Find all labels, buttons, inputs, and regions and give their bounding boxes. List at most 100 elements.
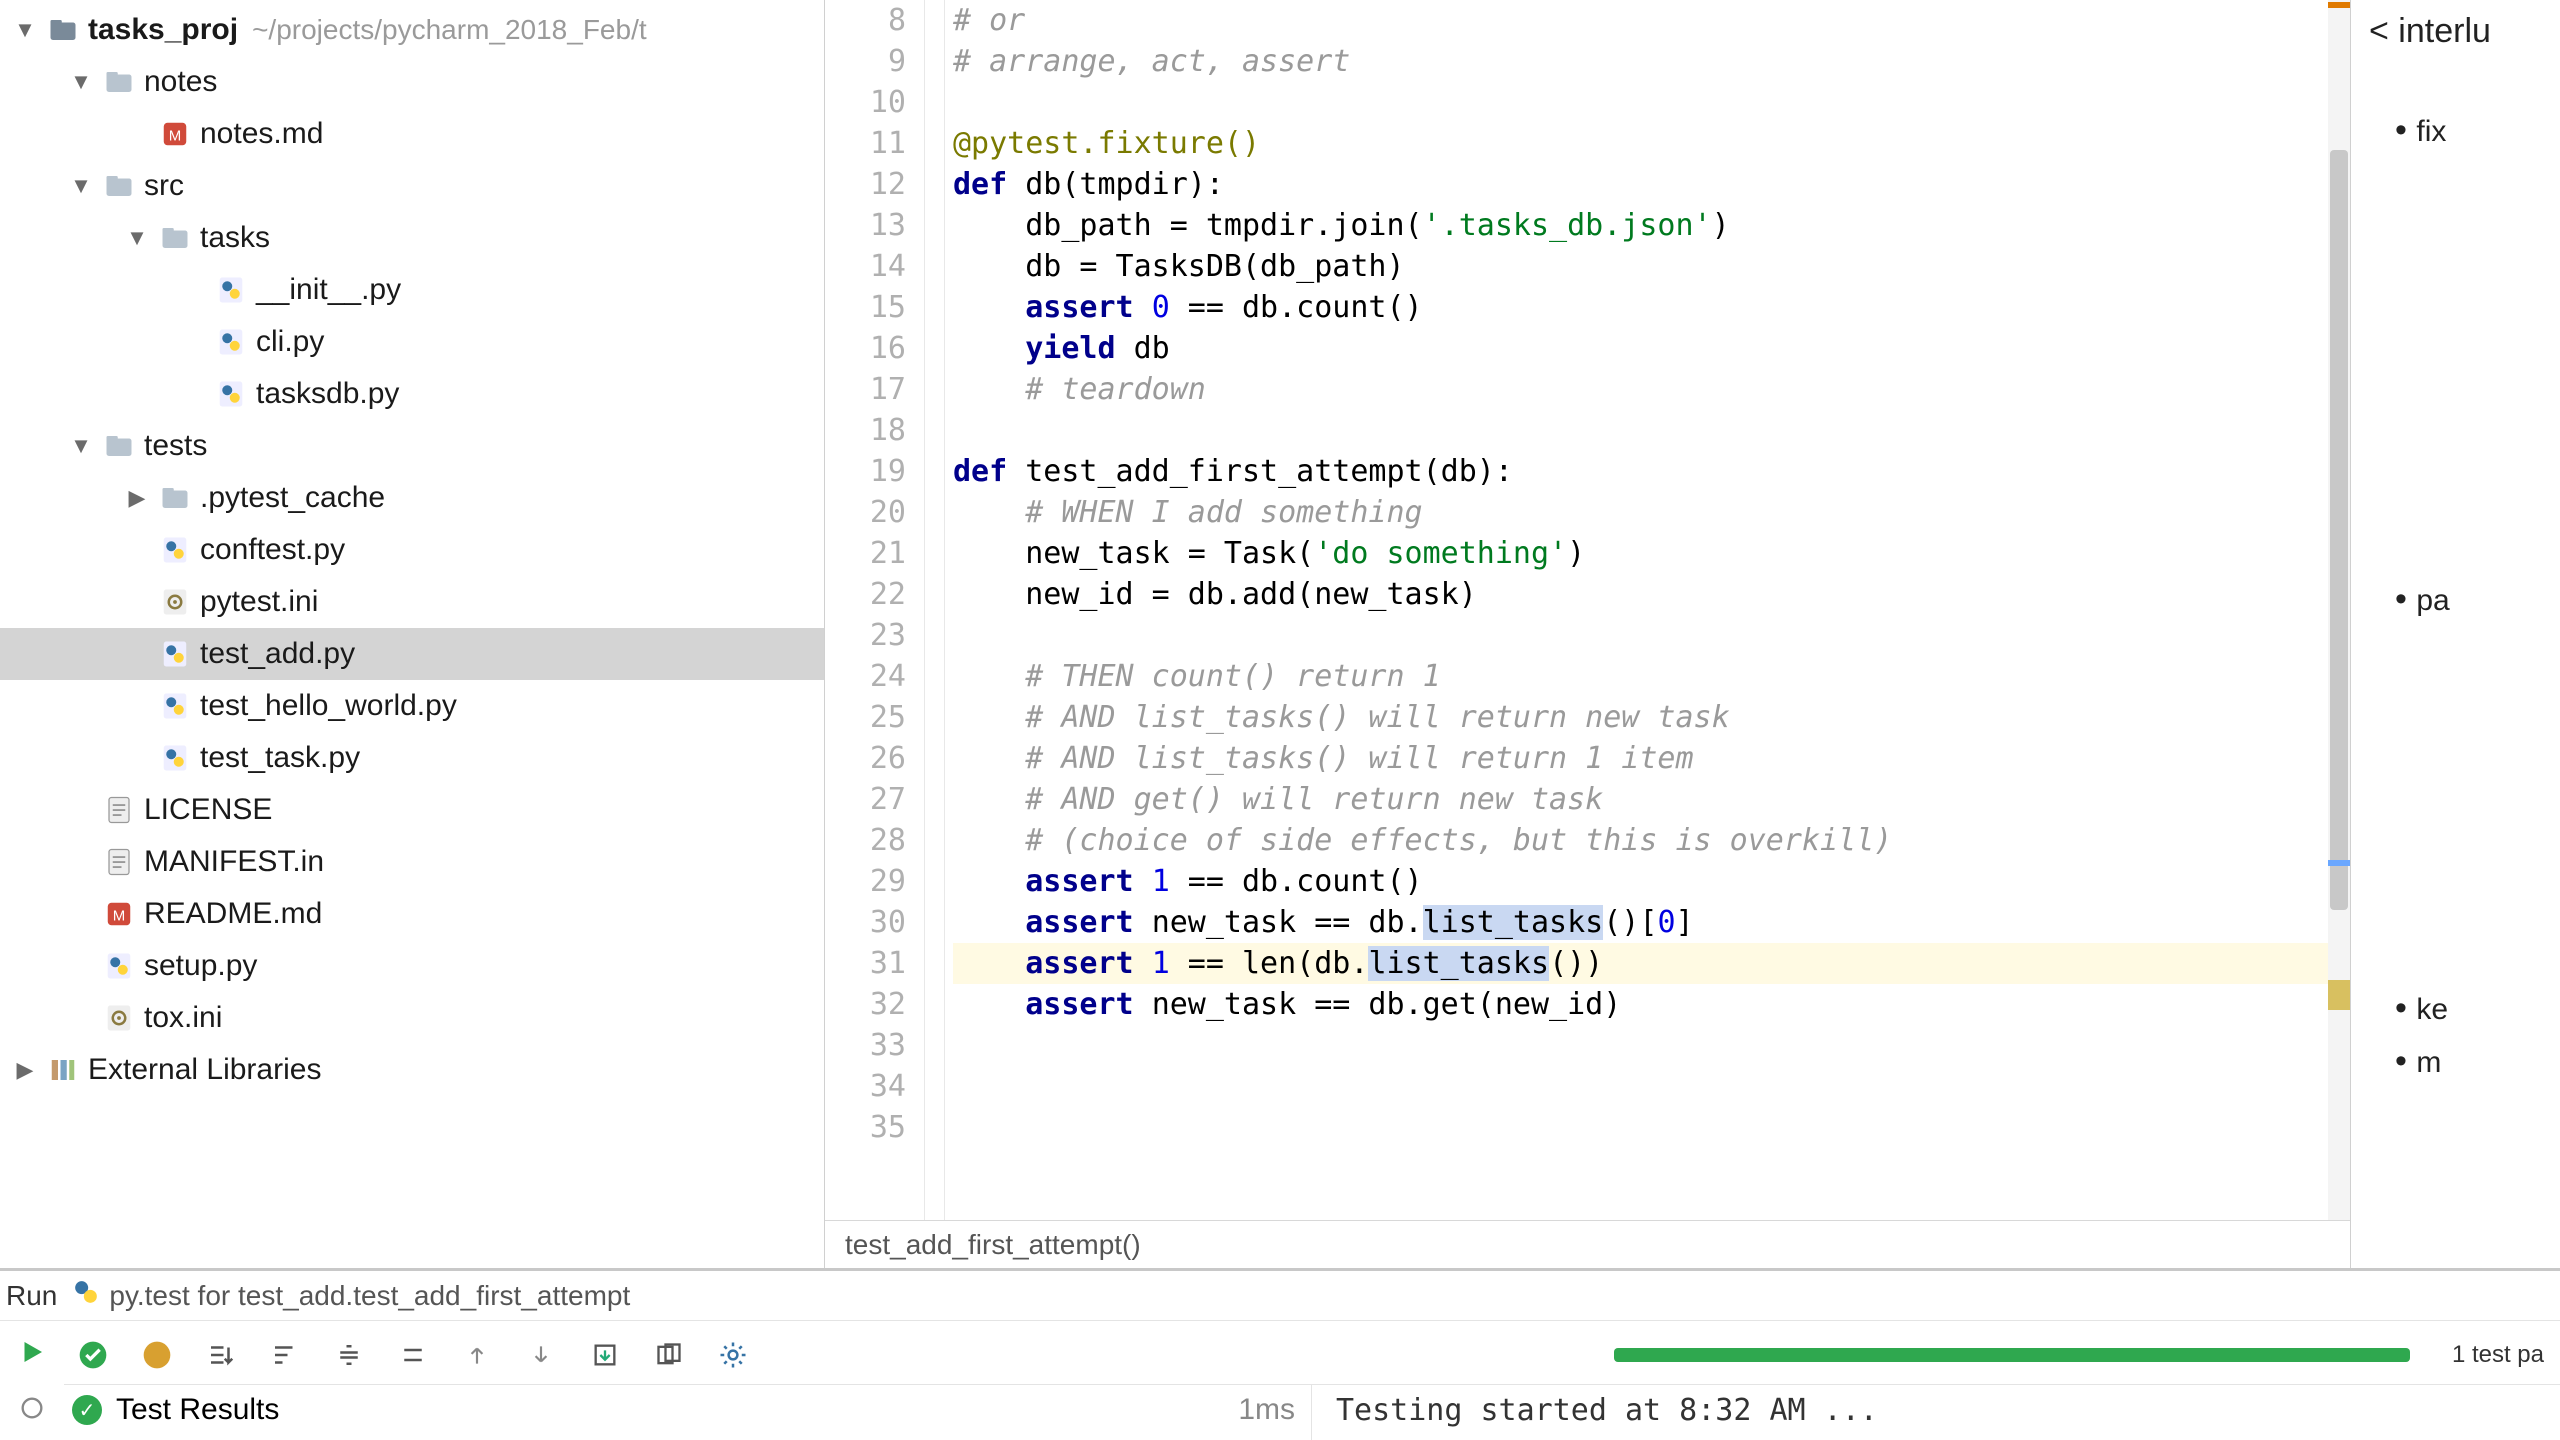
collapse-all-button[interactable]: [392, 1334, 434, 1376]
show-ignored-toggle[interactable]: [136, 1334, 178, 1376]
tree-item-label: MANIFEST.in: [144, 845, 324, 879]
outline-item[interactable]: ke: [2395, 989, 2560, 1028]
tree-item-src[interactable]: ▼src: [0, 160, 824, 212]
code-line[interactable]: # AND list_tasks() will return new task: [953, 697, 2328, 738]
code-line[interactable]: [953, 1066, 2328, 1107]
expand-all-button[interactable]: [328, 1334, 370, 1376]
code-line[interactable]: assert 0 == db.count(): [953, 287, 2328, 328]
chevron-down-icon[interactable]: ▼: [66, 433, 96, 459]
tree-item-external-libraries[interactable]: ▶External Libraries: [0, 1044, 824, 1096]
code-line[interactable]: # arrange, act, assert: [953, 41, 2328, 82]
breadcrumb-item[interactable]: test_add_first_attempt(): [845, 1229, 1141, 1261]
line-number: 10: [825, 82, 906, 123]
settings-button[interactable]: [712, 1334, 754, 1376]
code-line[interactable]: db = TasksDB(db_path): [953, 246, 2328, 287]
run-button[interactable]: [11, 1331, 53, 1373]
code-line[interactable]: assert new_task == db.get(new_id): [953, 984, 2328, 1025]
chevron-down-icon[interactable]: ▼: [66, 69, 96, 95]
tree-item-pytest-ini[interactable]: pytest.ini: [0, 576, 824, 628]
tree-item-tox-ini[interactable]: tox.ini: [0, 992, 824, 1044]
tree-item-label: __init__.py: [256, 273, 401, 307]
run-header: Run py.test for test_add.test_add_first_…: [0, 1271, 2560, 1321]
tree-item-setup-py[interactable]: setup.py: [0, 940, 824, 992]
tree-item-test-hello-world-py[interactable]: test_hello_world.py: [0, 680, 824, 732]
export-results-button[interactable]: [584, 1334, 626, 1376]
debug-button[interactable]: [11, 1387, 53, 1429]
code-area[interactable]: # or# arrange, act, assert @pytest.fixtur…: [945, 0, 2328, 1220]
tree-item-test-add-py[interactable]: test_add.py: [0, 628, 824, 680]
code-line[interactable]: 💡 assert new_task == db.list_tasks()[0]: [953, 902, 2328, 943]
code-line[interactable]: [953, 82, 2328, 123]
code-line[interactable]: new_task = Task('do something'): [953, 533, 2328, 574]
prev-failed-button[interactable]: [456, 1334, 498, 1376]
tree-item-tasks[interactable]: ▼tasks: [0, 212, 824, 264]
chevron-right-icon[interactable]: ▶: [10, 1057, 40, 1083]
tree-item-manifest-in[interactable]: MANIFEST.in: [0, 836, 824, 888]
code-line[interactable]: # WHEN I add something: [953, 492, 2328, 533]
code-line[interactable]: # AND get() will return new task: [953, 779, 2328, 820]
code-line[interactable]: assert 1 == db.count(): [953, 861, 2328, 902]
tree-item-cli-py[interactable]: cli.py: [0, 316, 824, 368]
code-line[interactable]: db_path = tmpdir.join('.tasks_db.json'): [953, 205, 2328, 246]
code-line[interactable]: def db(tmpdir):: [953, 164, 2328, 205]
outline-item[interactable]: fix: [2395, 111, 2560, 150]
code-line[interactable]: [953, 615, 2328, 656]
breadcrumb[interactable]: test_add_first_attempt(): [825, 1220, 2350, 1268]
test-results-row[interactable]: ✓ Test Results 1ms: [64, 1385, 1311, 1427]
code-line[interactable]: [953, 1107, 2328, 1148]
code-line[interactable]: new_id = db.add(new_task): [953, 574, 2328, 615]
line-number: 24: [825, 656, 906, 697]
run-config-name[interactable]: py.test for test_add.test_add_first_atte…: [109, 1280, 630, 1312]
chevron-down-icon[interactable]: ▼: [122, 225, 152, 251]
tree-item--init-py[interactable]: __init__.py: [0, 264, 824, 316]
show-passed-toggle[interactable]: [72, 1334, 114, 1376]
tree-item-test-task-py[interactable]: test_task.py: [0, 732, 824, 784]
tree-item-readme-md[interactable]: MREADME.md: [0, 888, 824, 940]
history-button[interactable]: [648, 1334, 690, 1376]
outline-item[interactable]: pa: [2395, 580, 2560, 619]
tree-item-license[interactable]: LICENSE: [0, 784, 824, 836]
tree-item-tests[interactable]: ▼tests: [0, 420, 824, 472]
tree-item-label: pytest.ini: [200, 585, 318, 619]
code-line[interactable]: # THEN count() return 1: [953, 656, 2328, 697]
tree-item-label: setup.py: [144, 949, 257, 983]
code-line[interactable]: # teardown: [953, 369, 2328, 410]
console-output[interactable]: Testing started at 8:32 AM ...: [1328, 1393, 2560, 1428]
outline-item[interactable]: m: [2395, 1042, 2560, 1081]
tree-item-path: ~/projects/pycharm_2018_Feb/t: [252, 14, 647, 46]
fold-column[interactable]: [925, 0, 945, 1220]
code-line[interactable]: @pytest.fixture(): [953, 123, 2328, 164]
test-progress-fill: [1614, 1348, 2410, 1362]
tree-item-tasksdb-py[interactable]: tasksdb.py: [0, 368, 824, 420]
sort-duration-button[interactable]: [264, 1334, 306, 1376]
tree-item-conftest-py[interactable]: conftest.py: [0, 524, 824, 576]
code-line[interactable]: yield db: [953, 328, 2328, 369]
code-line[interactable]: # AND list_tasks() will return 1 item: [953, 738, 2328, 779]
editor-scrollbar[interactable]: [2328, 0, 2350, 1220]
chevron-down-icon[interactable]: ▼: [10, 17, 40, 43]
tree-item-tasks-proj[interactable]: ▼tasks_proj~/projects/pycharm_2018_Feb/t: [0, 4, 824, 56]
line-number: 9: [825, 41, 906, 82]
tree-item--pytest-cache[interactable]: ▶.pytest_cache: [0, 472, 824, 524]
py-icon: [214, 377, 248, 411]
code-line[interactable]: [953, 1025, 2328, 1066]
line-number: 15: [825, 287, 906, 328]
structure-panel: < interlu fixpakemto: [2350, 0, 2560, 1268]
project-tree[interactable]: ▼tasks_proj~/projects/pycharm_2018_Feb/t…: [0, 0, 825, 1268]
line-number: 20: [825, 492, 906, 533]
sort-alpha-button[interactable]: [200, 1334, 242, 1376]
chevron-right-icon[interactable]: ▶: [122, 485, 152, 511]
code-line[interactable]: # (choice of side effects, but this is o…: [953, 820, 2328, 861]
run-tab-label[interactable]: Run: [6, 1280, 57, 1312]
code-line[interactable]: def test_add_first_attempt(db):: [953, 451, 2328, 492]
folder-icon: [102, 65, 136, 99]
code-line[interactable]: assert 1 == len(db.list_tasks()): [953, 943, 2328, 984]
next-failed-button[interactable]: [520, 1334, 562, 1376]
code-line[interactable]: # or: [953, 0, 2328, 41]
scroll-thumb[interactable]: [2330, 150, 2348, 910]
chevron-down-icon[interactable]: ▼: [66, 173, 96, 199]
tree-item-notes[interactable]: ▼notes: [0, 56, 824, 108]
tree-item-notes-md[interactable]: Mnotes.md: [0, 108, 824, 160]
line-number: 11: [825, 123, 906, 164]
code-line[interactable]: [953, 410, 2328, 451]
